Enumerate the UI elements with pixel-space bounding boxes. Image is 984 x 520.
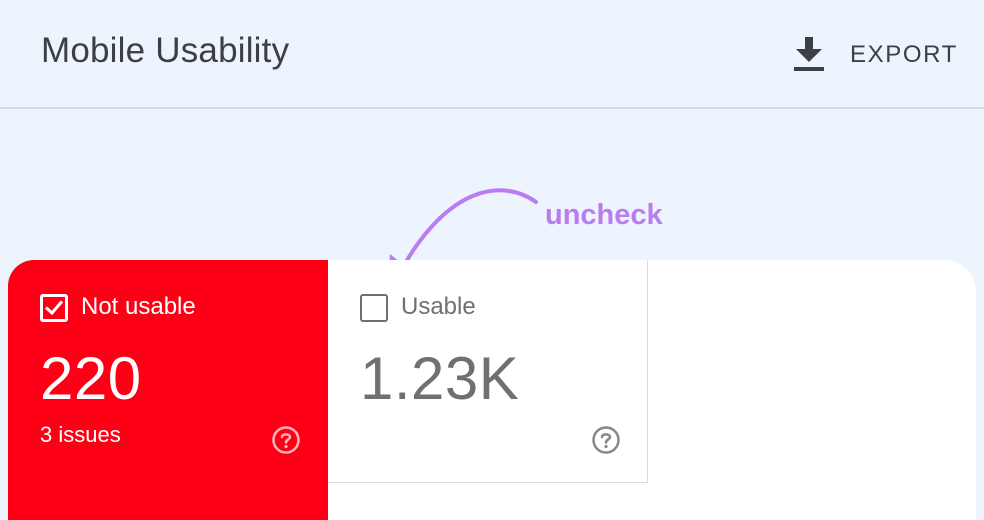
page-title: Mobile Usability <box>41 31 290 70</box>
card-not-usable[interactable]: Not usable 220 3 issues <box>8 260 328 520</box>
export-button[interactable]: EXPORT <box>792 33 958 77</box>
not-usable-count: 220 <box>40 345 142 412</box>
help-icon[interactable] <box>590 424 622 456</box>
download-icon <box>794 37 824 71</box>
annotation-text: uncheck <box>545 199 663 231</box>
summary-cards-panel: Not usable 220 3 issues Usable 1.23K <box>8 260 976 520</box>
usable-checkbox[interactable] <box>360 294 388 322</box>
not-usable-issues: 3 issues <box>40 422 121 447</box>
usable-label: Usable <box>401 293 476 320</box>
not-usable-label: Not usable <box>81 293 196 320</box>
not-usable-checkbox[interactable] <box>40 294 68 322</box>
export-label: EXPORT <box>850 41 958 68</box>
usable-count: 1.23K <box>360 345 520 412</box>
help-icon[interactable] <box>270 424 302 456</box>
checkmark-icon <box>45 300 63 316</box>
page-header: Mobile Usability EXPORT <box>0 0 984 109</box>
card-usable[interactable]: Usable 1.23K <box>328 260 648 483</box>
